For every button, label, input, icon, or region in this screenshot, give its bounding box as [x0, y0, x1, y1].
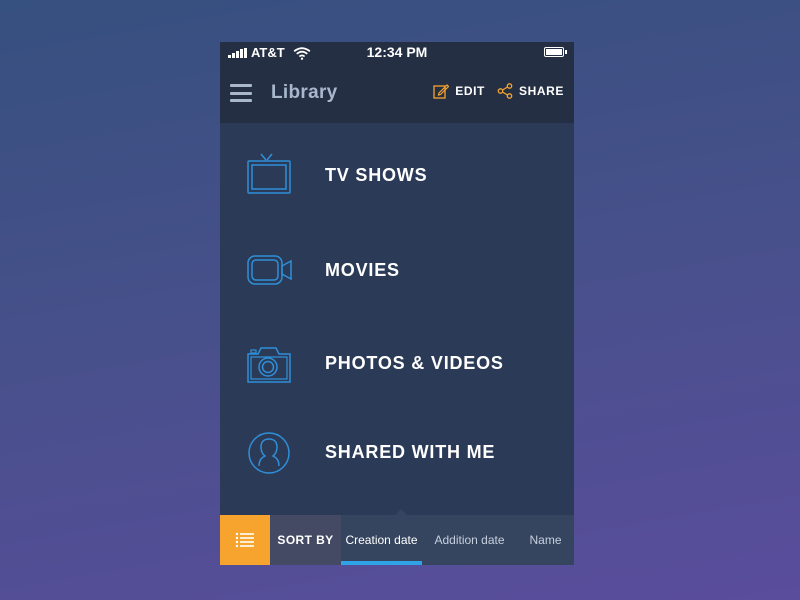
- library-menu: TV SHOWS MOVIES PHOTOS & VIDEOS SHARED W…: [220, 123, 574, 515]
- battery-icon: [544, 47, 567, 57]
- edit-icon: [433, 84, 450, 99]
- sort-by-label: SORT BY: [270, 515, 341, 565]
- share-icon: [497, 83, 513, 99]
- share-button[interactable]: SHARE: [497, 83, 564, 99]
- menu-item-movies[interactable]: MOVIES: [220, 227, 574, 319]
- sort-option-name[interactable]: Name: [517, 515, 574, 565]
- list-view-button[interactable]: [220, 515, 270, 565]
- menu-item-shared-with-me[interactable]: SHARED WITH ME: [220, 411, 574, 499]
- nav-bar: Library EDIT SHARE: [220, 63, 574, 123]
- menu-item-label: PHOTOS & VIDEOS: [325, 353, 504, 373]
- phone-screen: AT&T 12:34 PM Library EDIT SHARE TV SHOW…: [220, 42, 574, 565]
- menu-item-label: TV SHOWS: [325, 165, 428, 185]
- video-camera-icon: [247, 255, 292, 285]
- menu-item-photos-videos[interactable]: PHOTOS & VIDEOS: [220, 319, 574, 411]
- list-icon: [235, 532, 254, 548]
- page-title: Library: [271, 82, 338, 103]
- menu-item-label: SHARED WITH ME: [325, 442, 496, 462]
- user-icon: [248, 432, 290, 474]
- hamburger-icon[interactable]: [230, 84, 252, 102]
- share-label: SHARE: [518, 84, 564, 98]
- tv-icon: [247, 153, 291, 194]
- edit-button[interactable]: EDIT: [433, 83, 485, 99]
- sort-bar: SORT BY Creation date Addition date Name: [220, 509, 574, 565]
- menu-item-label: MOVIES: [325, 260, 400, 280]
- menu-item-tv-shows[interactable]: TV SHOWS: [220, 123, 574, 227]
- edit-label: EDIT: [455, 84, 485, 98]
- status-time: 12:34 PM: [366, 44, 428, 60]
- status-bar: AT&T 12:34 PM: [220, 42, 574, 63]
- sort-option-creation-date[interactable]: Creation date: [341, 515, 422, 565]
- sort-option-addition-date[interactable]: Addition date: [422, 515, 517, 565]
- camera-icon: [247, 347, 291, 383]
